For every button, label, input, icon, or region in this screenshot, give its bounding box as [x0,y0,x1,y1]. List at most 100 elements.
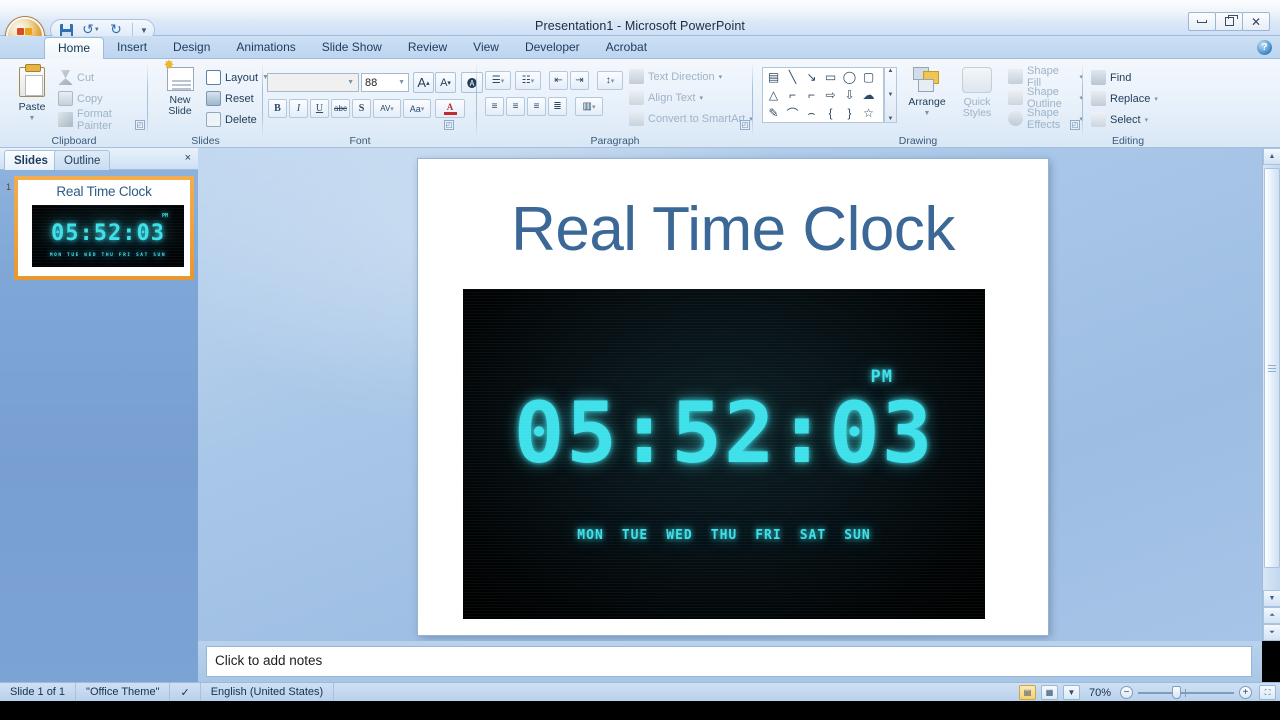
tab-developer[interactable]: Developer [512,37,593,59]
paste-button[interactable]: Paste ▼ [10,64,54,124]
text-shadow-button[interactable]: S [352,99,371,118]
align-center-button[interactable]: ≡ [506,97,525,116]
convert-to-smartart-button[interactable]: Convert to SmartArt ▾ [629,109,753,128]
tab-slides[interactable]: Slides [4,150,58,170]
scroll-up-icon[interactable]: ▲ [888,68,894,74]
theme-status[interactable]: "Office Theme" [76,682,171,702]
font-name-input[interactable]: ▼ [267,73,359,92]
shape-outline-button[interactable]: Shape Outline ▾ [1008,86,1083,110]
strikethrough-button[interactable]: abc [331,99,350,118]
star-shape-icon[interactable]: ☆ [860,105,877,121]
italic-button[interactable]: I [289,99,308,118]
down-arrow-shape-icon[interactable]: ⇩ [841,87,858,103]
tab-insert[interactable]: Insert [104,37,160,59]
cloud-shape-icon[interactable]: ☁ [860,87,877,103]
new-slide-button[interactable]: New Slide [156,59,204,117]
layout-button[interactable]: Layout ▼ [206,68,269,87]
notes-input[interactable]: Click to add notes [206,646,1252,677]
font-dialog-launcher[interactable]: ◰ [444,120,454,130]
scroll-down-icon[interactable]: ▼ [888,92,894,98]
close-pane-icon[interactable]: × [185,152,191,164]
delete-slide-button[interactable]: Delete [206,110,257,129]
bold-button[interactable]: B [268,99,287,118]
zoom-slider[interactable] [1138,686,1234,699]
close-button[interactable]: ✕ [1242,12,1270,31]
shapes-more-icon[interactable]: ▼ [888,116,894,122]
elbow-arrow-connector-icon[interactable]: ⌐ [803,87,820,103]
spellcheck-status[interactable]: ✓ [170,682,201,702]
tab-home[interactable]: Home [44,37,105,60]
rounded-rectangle-shape-icon[interactable]: ▢ [860,69,877,85]
slide-count-status[interactable]: Slide 1 of 1 [0,682,77,702]
underline-button[interactable]: U [310,99,329,118]
copy-button[interactable]: Copy [58,89,103,108]
clock-image[interactable]: PM 05:52:03 MON TUE WED THU FRI SAT SUN [463,289,985,619]
freeform-shape-icon[interactable]: ✎ [765,105,782,121]
line-shape-icon[interactable]: ╲ [784,69,801,85]
slide-title-placeholder[interactable]: Real Time Clock [418,199,1048,261]
font-color-button[interactable]: A [435,99,465,118]
left-brace-shape-icon[interactable]: { [822,105,839,121]
scrollbar-thumb[interactable] [1264,168,1280,568]
clipboard-dialog-launcher[interactable]: ◰ [135,120,145,130]
elbow-connector-icon[interactable]: ⌐ [784,87,801,103]
replace-button[interactable]: Replace ▾ [1091,89,1158,108]
curve-shape-icon[interactable]: ⌒ [784,105,801,121]
font-size-input[interactable]: 88 ▼ [361,73,409,92]
scroll-up-button[interactable]: ▲ [1263,148,1280,165]
tab-acrobat[interactable]: Acrobat [593,37,660,59]
scroll-down-button[interactable]: ▼ [1263,590,1280,607]
numbering-button[interactable]: ☷ ▾ [515,71,541,90]
reset-button[interactable]: Reset [206,89,254,108]
align-right-button[interactable]: ≡ [527,97,546,116]
arrange-button[interactable]: Arrange ▼ [901,67,953,119]
character-spacing-button[interactable]: AV ▾ [373,99,401,118]
arrow-shape-icon[interactable]: ↘ [803,69,820,85]
drawing-dialog-launcher[interactable]: ◰ [1070,120,1080,130]
tab-slide-show[interactable]: Slide Show [309,37,395,59]
change-case-button[interactable]: Aa ▾ [403,99,431,118]
slide-thumbnail-selected[interactable]: Real Time Clock 05:52:03 PM MON TUE WED … [14,176,194,280]
restore-button[interactable] [1215,12,1243,31]
zoom-in-button[interactable]: + [1239,686,1252,699]
zoom-out-button[interactable]: − [1120,686,1133,699]
tab-review[interactable]: Review [395,37,460,59]
next-slide-button[interactable]: ⏷ [1263,624,1280,641]
grow-font-button[interactable]: A ▴ [413,72,434,93]
select-button[interactable]: Select ▾ [1091,110,1148,129]
shapes-gallery[interactable]: ▤ ╲ ↘ ▭ ◯ ▢ △ ⌐ ⌐ ⇨ ⇩ ☁ ✎ ⌒ ⌢ { } ☆ [762,67,884,123]
find-button[interactable]: Find [1091,68,1131,87]
align-text-button[interactable]: Align Text ▾ [629,88,703,107]
slide-show-view-button[interactable]: ▼ [1062,685,1080,700]
align-left-button[interactable]: ≡ [485,97,504,116]
help-button[interactable]: ? [1257,40,1272,55]
cut-button[interactable]: Cut [58,68,94,87]
decrease-indent-button[interactable]: ⇤ [549,71,568,90]
normal-view-button[interactable]: ▤ [1018,685,1036,700]
columns-button[interactable]: ▥ ▾ [575,97,603,116]
triangle-shape-icon[interactable]: △ [765,87,782,103]
shrink-font-button[interactable]: A ▾ [435,72,456,93]
text-direction-button[interactable]: Text Direction ▾ [629,67,722,86]
textbox-shape-icon[interactable]: ▤ [765,69,782,85]
arc-shape-icon[interactable]: ⌢ [803,105,820,121]
shape-fill-button[interactable]: Shape Fill ▾ [1008,65,1083,89]
slide-canvas[interactable]: Real Time Clock PM 05:52:03 MON TUE WED … [418,159,1048,635]
tab-design[interactable]: Design [160,37,223,59]
right-brace-shape-icon[interactable]: } [841,105,858,121]
vertical-scrollbar[interactable]: ▲ ▼ ⏶ ⏷ [1262,148,1280,641]
bullets-button[interactable]: ☰ ▾ [485,71,511,90]
rectangle-shape-icon[interactable]: ▭ [822,69,839,85]
zoom-slider-handle[interactable] [1172,686,1181,699]
minimize-button[interactable] [1188,12,1216,31]
slide-thumbnail-row[interactable]: 1 Real Time Clock 05:52:03 PM MON TUE WE… [4,176,194,280]
line-spacing-button[interactable]: ↕ ▾ [597,71,623,90]
tab-outline[interactable]: Outline [54,150,111,170]
quick-styles-button[interactable]: Quick Styles [953,67,1001,119]
tab-view[interactable]: View [460,37,512,59]
right-arrow-shape-icon[interactable]: ⇨ [822,87,839,103]
paragraph-dialog-launcher[interactable]: ◰ [740,120,750,130]
slide-sorter-view-button[interactable]: ▦ [1040,685,1058,700]
increase-indent-button[interactable]: ⇥ [570,71,589,90]
language-status[interactable]: English (United States) [201,682,335,702]
